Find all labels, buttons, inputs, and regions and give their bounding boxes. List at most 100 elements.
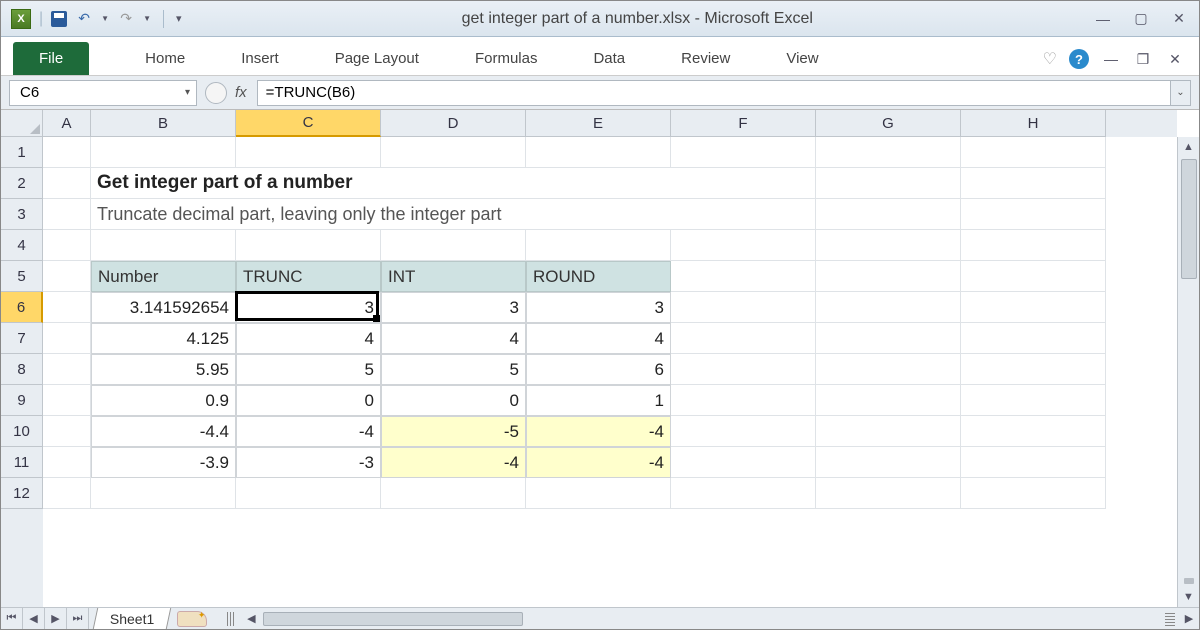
cell[interactable] — [816, 230, 961, 261]
workbook-minimize-icon[interactable]: ― — [1101, 51, 1121, 67]
cell[interactable] — [43, 385, 91, 416]
new-sheet-icon[interactable] — [177, 611, 207, 627]
sheet-tab-sheet1[interactable]: Sheet1 — [93, 608, 172, 629]
column-header-B[interactable]: B — [91, 110, 236, 137]
column-header-H[interactable]: H — [961, 110, 1106, 137]
tab-formulas[interactable]: Formulas — [447, 42, 566, 75]
cell[interactable] — [381, 230, 526, 261]
cell[interactable] — [43, 199, 91, 230]
scroll-left-icon[interactable]: ◀ — [241, 612, 261, 625]
row-header-5[interactable]: 5 — [1, 261, 43, 292]
maximize-icon[interactable]: ▢ — [1131, 11, 1151, 27]
table-header[interactable]: TRUNC — [236, 261, 381, 292]
file-tab[interactable]: File — [13, 42, 89, 75]
table-cell[interactable]: 1 — [526, 385, 671, 416]
scroll-up-icon[interactable]: ▲ — [1178, 137, 1199, 157]
table-cell[interactable]: -4 — [526, 416, 671, 447]
row-header-1[interactable]: 1 — [1, 137, 43, 168]
cell[interactable] — [816, 478, 961, 509]
cell[interactable] — [961, 292, 1106, 323]
redo-dropdown-icon[interactable]: ▼ — [143, 14, 151, 23]
first-sheet-icon[interactable]: ⏮ — [1, 608, 23, 629]
row-header-7[interactable]: 7 — [1, 323, 43, 354]
scroll-down-icon[interactable]: ▼ — [1178, 587, 1199, 607]
select-all-corner[interactable] — [1, 110, 43, 137]
cell[interactable] — [43, 230, 91, 261]
save-icon[interactable] — [51, 11, 67, 27]
cell[interactable] — [816, 137, 961, 168]
column-header-E[interactable]: E — [526, 110, 671, 137]
table-cell[interactable]: 0.9 — [91, 385, 236, 416]
cell[interactable] — [526, 137, 671, 168]
cell[interactable] — [43, 447, 91, 478]
horizontal-scroll-track[interactable] — [261, 611, 1161, 627]
table-cell[interactable]: 4 — [236, 323, 381, 354]
cell[interactable] — [816, 323, 961, 354]
cell[interactable] — [671, 230, 816, 261]
vertical-scrollbar[interactable]: ▲ ▼ — [1177, 137, 1199, 607]
table-cell[interactable]: 3 — [236, 292, 381, 323]
vertical-scroll-thumb[interactable] — [1181, 159, 1197, 279]
scroll-right-icon[interactable]: ▶ — [1179, 612, 1199, 625]
table-cell[interactable]: 4 — [381, 323, 526, 354]
cell-grid[interactable]: Get integer part of a numberTruncate dec… — [43, 137, 1177, 607]
cell[interactable] — [816, 416, 961, 447]
cell[interactable] — [961, 323, 1106, 354]
table-cell[interactable]: 0 — [236, 385, 381, 416]
cell[interactable] — [671, 385, 816, 416]
cell[interactable] — [43, 292, 91, 323]
row-header-9[interactable]: 9 — [1, 385, 43, 416]
page-title[interactable]: Get integer part of a number — [91, 168, 671, 199]
table-cell[interactable]: -3 — [236, 447, 381, 478]
ribbon-minimize-icon[interactable]: ♡ — [1043, 49, 1057, 69]
row-header-8[interactable]: 8 — [1, 354, 43, 385]
cell[interactable] — [961, 416, 1106, 447]
tab-split-handle[interactable] — [227, 612, 235, 626]
table-cell[interactable]: -4 — [236, 416, 381, 447]
cell[interactable] — [816, 261, 961, 292]
tab-home[interactable]: Home — [117, 42, 213, 75]
redo-icon[interactable]: ↷ — [117, 11, 135, 27]
row-header-4[interactable]: 4 — [1, 230, 43, 261]
cell[interactable] — [236, 137, 381, 168]
cell[interactable] — [961, 230, 1106, 261]
tab-review[interactable]: Review — [653, 42, 758, 75]
cell[interactable] — [91, 478, 236, 509]
table-header[interactable]: ROUND — [526, 261, 671, 292]
formula-input[interactable]: =TRUNC(B6) — [257, 80, 1171, 106]
table-cell[interactable]: 3 — [381, 292, 526, 323]
table-cell[interactable]: -4 — [381, 447, 526, 478]
cell[interactable] — [816, 199, 961, 230]
hsplit-marker-icon[interactable] — [1165, 612, 1175, 626]
row-header-10[interactable]: 10 — [1, 416, 43, 447]
excel-icon[interactable]: X — [11, 9, 31, 29]
tab-insert[interactable]: Insert — [213, 42, 307, 75]
cancel-formula-icon[interactable] — [205, 82, 227, 104]
next-sheet-icon[interactable]: ▶ — [45, 608, 67, 629]
table-cell[interactable]: -4 — [526, 447, 671, 478]
cell[interactable] — [671, 168, 816, 199]
table-cell[interactable]: 5 — [381, 354, 526, 385]
cell[interactable] — [381, 478, 526, 509]
help-icon[interactable]: ? — [1069, 49, 1089, 69]
last-sheet-icon[interactable]: ⏭ — [67, 608, 89, 629]
prev-sheet-icon[interactable]: ◀ — [23, 608, 45, 629]
row-header-11[interactable]: 11 — [1, 447, 43, 478]
table-cell[interactable]: 4 — [526, 323, 671, 354]
cell[interactable] — [43, 354, 91, 385]
cell[interactable] — [816, 447, 961, 478]
row-header-12[interactable]: 12 — [1, 478, 43, 509]
table-cell[interactable]: -4.4 — [91, 416, 236, 447]
row-header-2[interactable]: 2 — [1, 168, 43, 199]
cell[interactable] — [961, 199, 1106, 230]
table-cell[interactable]: 3.141592654 — [91, 292, 236, 323]
table-cell[interactable]: 3 — [526, 292, 671, 323]
cell[interactable] — [816, 292, 961, 323]
cell[interactable] — [91, 230, 236, 261]
row-header-3[interactable]: 3 — [1, 199, 43, 230]
cell[interactable] — [43, 416, 91, 447]
table-header[interactable]: Number — [91, 261, 236, 292]
table-cell[interactable]: -5 — [381, 416, 526, 447]
column-header-D[interactable]: D — [381, 110, 526, 137]
table-cell[interactable]: 5.95 — [91, 354, 236, 385]
